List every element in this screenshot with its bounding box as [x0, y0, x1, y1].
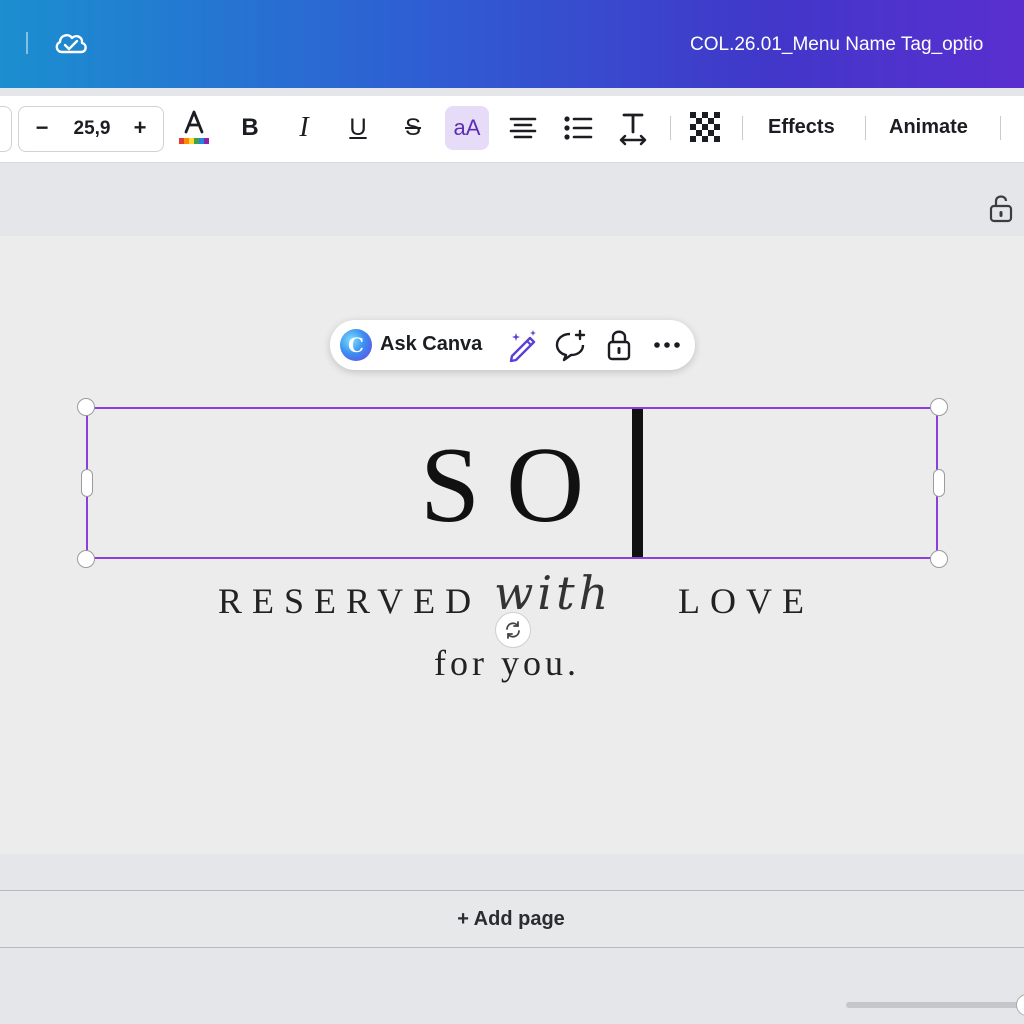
- canva-assistant-icon[interactable]: C: [340, 329, 372, 361]
- assistant-logo-letter: C: [348, 333, 364, 357]
- ask-canva-button[interactable]: Ask Canva: [380, 333, 482, 356]
- text-spacing-icon: [619, 113, 647, 146]
- toolbar-separator: [1000, 116, 1001, 140]
- for-you-text[interactable]: for you.: [434, 642, 580, 684]
- italic-icon: I: [299, 112, 309, 143]
- transparency-icon: [690, 112, 722, 144]
- unlock-icon[interactable]: [988, 193, 1014, 223]
- resize-handle-left[interactable]: [81, 469, 93, 497]
- resize-handle-bottom-right[interactable]: [930, 550, 948, 568]
- resize-handle-top-left[interactable]: [77, 398, 95, 416]
- underline-icon: U: [349, 114, 367, 141]
- font-size-value[interactable]: 25,9: [63, 118, 121, 140]
- text-align-button[interactable]: [501, 106, 545, 150]
- love-text[interactable]: LOVE: [678, 580, 814, 622]
- bullet-list-icon: [564, 116, 593, 140]
- add-comment-icon[interactable]: [554, 328, 588, 362]
- reserved-text[interactable]: RESERVED: [218, 580, 481, 622]
- italic-button[interactable]: I: [282, 106, 326, 150]
- letter-case-icon: aA: [453, 115, 481, 140]
- lock-icon[interactable]: [602, 328, 636, 362]
- text-cursor: [632, 409, 643, 557]
- magic-edit-icon[interactable]: [506, 328, 540, 362]
- toolbar-separator: [865, 116, 866, 140]
- text-toolbar: − 25,9 + B I U S aA Effects Animate: [0, 96, 1024, 163]
- element-context-menu: C Ask Canva: [330, 320, 695, 370]
- text-spacing-button[interactable]: [611, 106, 655, 150]
- text-color-icon: [179, 110, 209, 144]
- font-size-decrease-button[interactable]: −: [33, 115, 51, 141]
- bold-icon: B: [241, 114, 259, 141]
- effects-button[interactable]: Effects: [768, 116, 835, 139]
- strikethrough-button[interactable]: S: [391, 106, 435, 150]
- bold-button[interactable]: B: [228, 106, 272, 150]
- resize-handle-bottom-left[interactable]: [77, 550, 95, 568]
- zoom-slider-track[interactable]: [846, 1002, 1024, 1008]
- editing-text[interactable]: SO: [420, 432, 610, 540]
- animate-button[interactable]: Animate: [889, 116, 968, 139]
- underline-button[interactable]: U: [336, 106, 380, 150]
- zoom-slider-handle[interactable]: [1016, 994, 1024, 1016]
- list-button[interactable]: [556, 106, 600, 150]
- strikethrough-icon: S: [404, 114, 421, 141]
- topbar-divider: [26, 32, 28, 54]
- document-title[interactable]: COL.26.01_Menu Name Tag_optio: [690, 34, 983, 56]
- font-size-increase-button[interactable]: +: [131, 115, 149, 141]
- resize-handle-right[interactable]: [933, 469, 945, 497]
- align-center-icon: [509, 117, 537, 139]
- add-page-button[interactable]: + Add page: [0, 890, 1024, 948]
- cloud-check-icon[interactable]: [52, 26, 90, 60]
- letter-case-button[interactable]: aA: [445, 106, 489, 150]
- font-family-dropdown[interactable]: [0, 106, 12, 152]
- resize-handle-top-right[interactable]: [930, 398, 948, 416]
- toolbar-separator: [670, 116, 671, 140]
- more-options-icon[interactable]: [650, 328, 684, 362]
- font-size-stepper[interactable]: − 25,9 +: [18, 106, 164, 152]
- toolbar-separator: [742, 116, 743, 140]
- rotate-icon: [506, 621, 520, 639]
- top-bar: COL.26.01_Menu Name Tag_optio: [0, 0, 1024, 88]
- text-color-button[interactable]: [172, 106, 216, 150]
- transparency-button[interactable]: [684, 106, 728, 150]
